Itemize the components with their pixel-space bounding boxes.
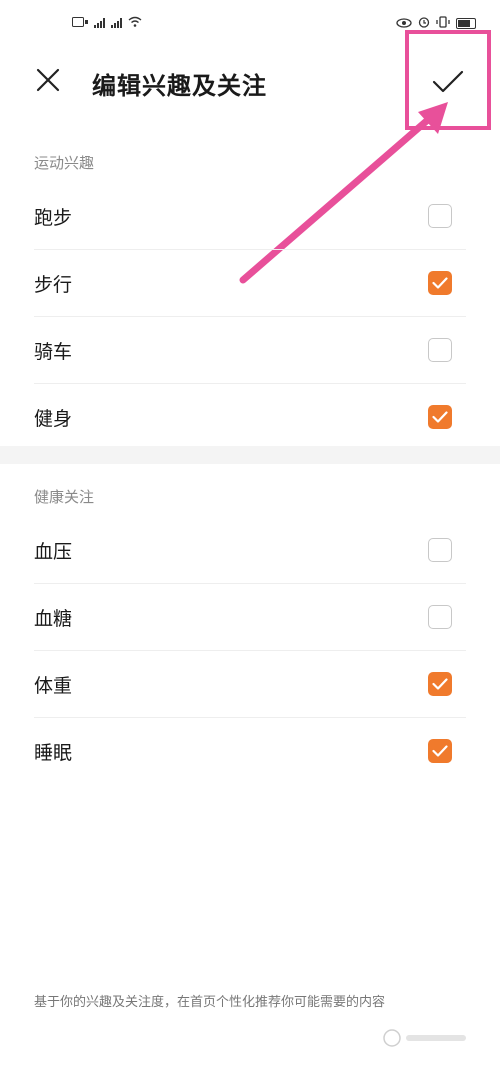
item-label: 步行 bbox=[34, 273, 73, 296]
close-button[interactable] bbox=[28, 62, 68, 102]
checkbox-unchecked[interactable] bbox=[428, 538, 452, 562]
item-label: 健身 bbox=[34, 407, 73, 430]
item-label: 血压 bbox=[34, 540, 73, 563]
list-item-blood-pressure[interactable]: 血压 bbox=[34, 517, 466, 584]
alarm-icon bbox=[418, 16, 430, 31]
check-icon bbox=[431, 69, 465, 99]
sim-card-icon bbox=[72, 16, 88, 30]
item-label: 睡眠 bbox=[34, 741, 73, 764]
checkbox-checked[interactable] bbox=[428, 405, 452, 429]
item-label: 血糖 bbox=[34, 607, 73, 630]
close-icon bbox=[35, 67, 61, 97]
watermark bbox=[382, 1028, 472, 1051]
item-label: 跑步 bbox=[34, 206, 73, 229]
wifi-icon bbox=[128, 16, 142, 30]
section-label-sports: 运动兴趣 bbox=[34, 154, 95, 172]
section-divider bbox=[0, 446, 500, 464]
confirm-button[interactable] bbox=[412, 60, 484, 108]
status-left bbox=[72, 16, 142, 30]
item-label: 体重 bbox=[34, 674, 73, 697]
checkbox-checked[interactable] bbox=[428, 672, 452, 696]
list-item-blood-sugar[interactable]: 血糖 bbox=[34, 584, 466, 651]
signal-icon bbox=[111, 18, 122, 28]
header: 编辑兴趣及关注 bbox=[0, 52, 500, 112]
checkbox-unchecked[interactable] bbox=[428, 605, 452, 629]
checkbox-unchecked[interactable] bbox=[428, 338, 452, 362]
checkbox-unchecked[interactable] bbox=[428, 204, 452, 228]
vibrate-icon bbox=[436, 16, 450, 31]
status-bar bbox=[0, 0, 500, 40]
eye-icon bbox=[396, 17, 412, 31]
footer-note: 基于你的兴趣及关注度，在首页个性化推荐你可能需要的内容 bbox=[34, 995, 386, 1010]
status-right bbox=[396, 16, 476, 31]
list-item-walking[interactable]: 步行 bbox=[34, 250, 466, 317]
section-label-health: 健康关注 bbox=[34, 488, 95, 506]
battery-icon bbox=[456, 18, 476, 29]
list-item-cycling[interactable]: 骑车 bbox=[34, 317, 466, 384]
list-item-running[interactable]: 跑步 bbox=[34, 183, 466, 250]
item-label: 骑车 bbox=[34, 340, 73, 363]
list-item-sleep[interactable]: 睡眠 bbox=[34, 718, 466, 784]
checkbox-checked[interactable] bbox=[428, 271, 452, 295]
page-title: 编辑兴趣及关注 bbox=[92, 72, 267, 100]
list-item-weight[interactable]: 体重 bbox=[34, 651, 466, 718]
signal-icon bbox=[94, 18, 105, 28]
list-item-fitness[interactable]: 健身 bbox=[34, 384, 466, 450]
checkbox-checked[interactable] bbox=[428, 739, 452, 763]
